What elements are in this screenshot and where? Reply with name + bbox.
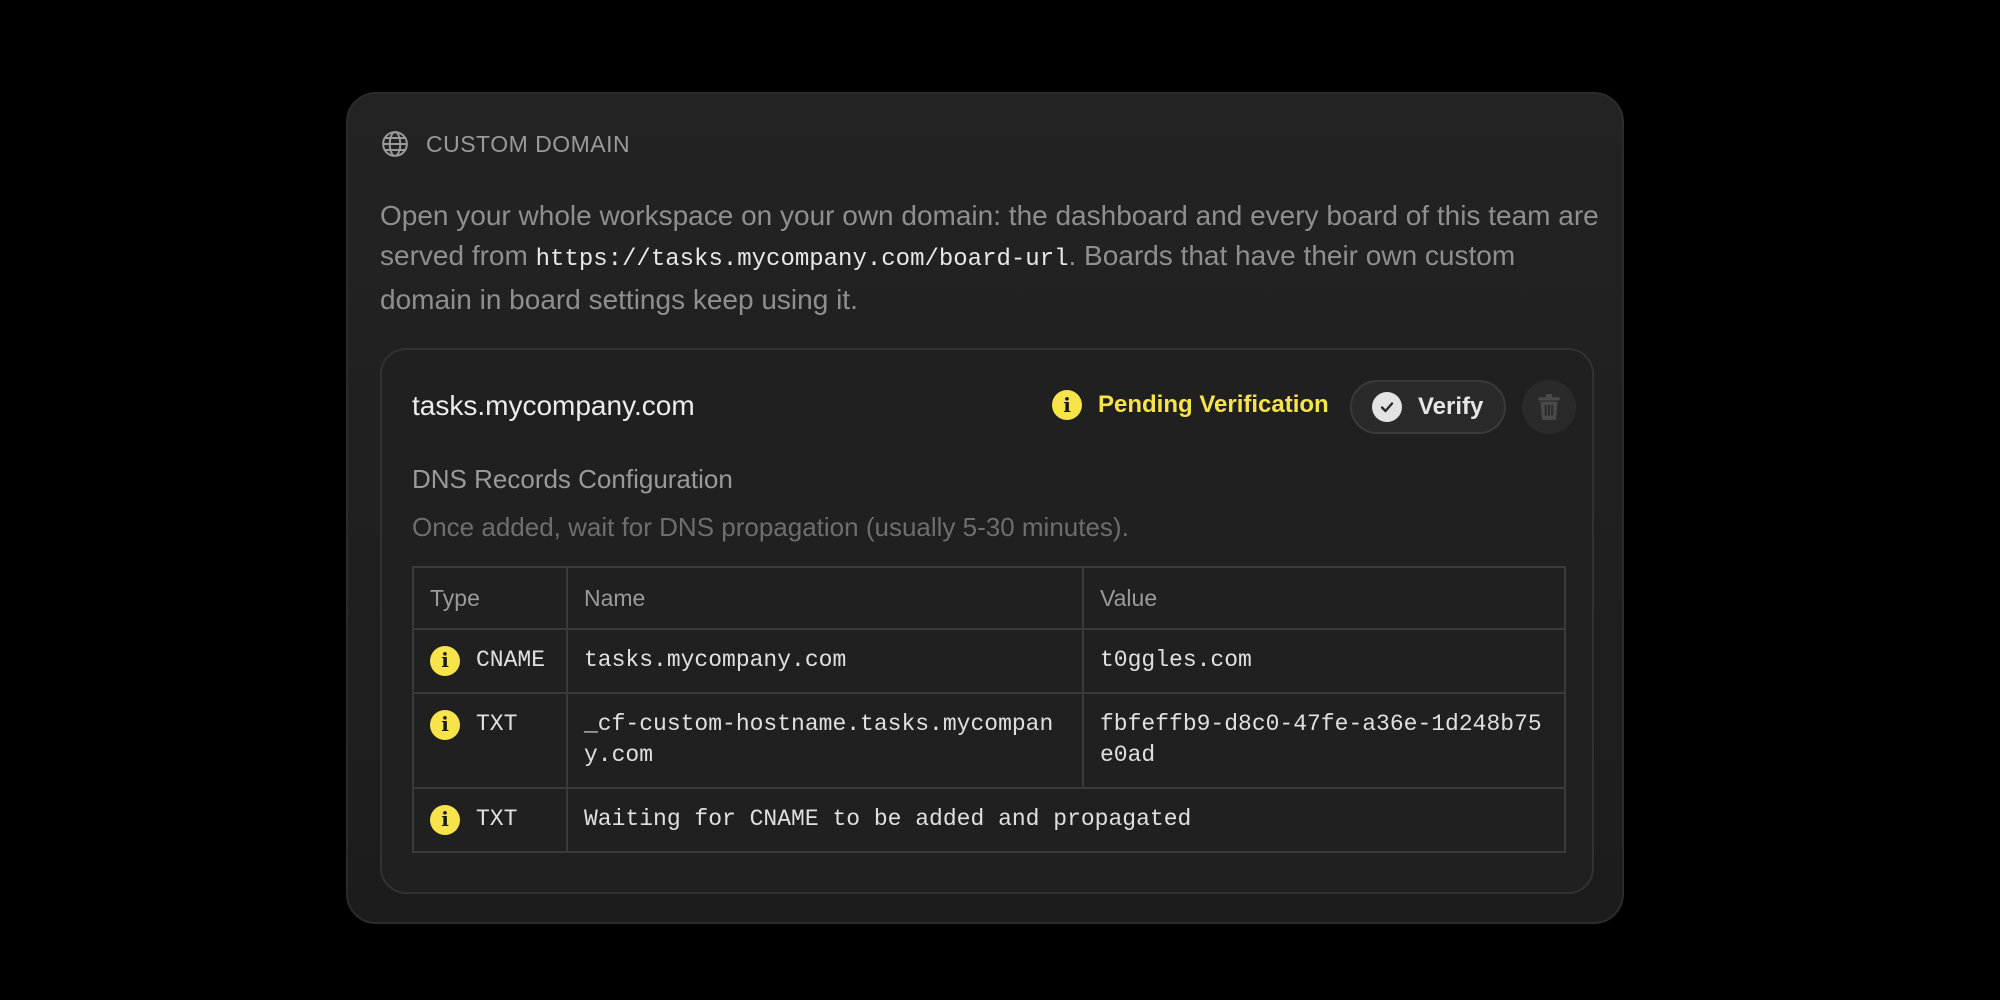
verify-button[interactable]: Verify [1350, 380, 1506, 434]
table-row: i TXT Waiting for CNAME to be added and … [412, 787, 1566, 853]
record-type-cell: i TXT [412, 787, 568, 853]
info-icon: i [430, 804, 460, 835]
info-icon: i [430, 645, 460, 676]
verify-label: Verify [1418, 393, 1484, 420]
delete-domain-button[interactable] [1522, 380, 1576, 434]
domain-panel: tasks.mycompany.com i Pending Verificati… [380, 348, 1594, 894]
dns-title: DNS Records Configuration [412, 464, 733, 494]
custom-domain-card: CUSTOM DOMAIN Open your whole workspace … [346, 92, 1624, 924]
record-type-cell: i TXT [412, 692, 568, 789]
status-text: Pending Verification [1098, 391, 1329, 418]
section-description: Open your whole workspace on your own do… [380, 196, 1600, 320]
trash-icon [1538, 394, 1560, 420]
column-header-type: Type [412, 566, 568, 630]
domain-name: tasks.mycompany.com [412, 390, 695, 421]
record-type-cell: i CNAME [412, 628, 568, 694]
record-name[interactable]: _cf-custom-hostname.tasks.mycompany.com [566, 692, 1084, 789]
dns-subtitle: Once added, wait for DNS propagation (us… [412, 512, 1129, 542]
dns-records-table: Type Name Value i CNAME tasks.mycompany.… [412, 566, 1566, 853]
section-header: CUSTOM DOMAIN [380, 126, 630, 162]
description-url: https://tasks.mycompany.com/board-url [535, 246, 1069, 273]
section-title: CUSTOM DOMAIN [426, 130, 631, 157]
table-row: i CNAME tasks.mycompany.com t0ggles.com [412, 628, 1566, 694]
record-value[interactable]: t0ggles.com [1082, 628, 1566, 694]
record-type: TXT [476, 806, 518, 832]
globe-icon [382, 131, 408, 157]
column-header-name: Name [566, 566, 1084, 630]
column-header-value: Value [1082, 566, 1566, 630]
record-value[interactable]: fbfeffb9-d8c0-47fe-a36e-1d248b75e0ad [1082, 692, 1566, 789]
info-icon: i [1052, 390, 1082, 420]
record-name[interactable]: tasks.mycompany.com [566, 628, 1084, 694]
info-icon: i [430, 709, 460, 740]
record-waiting-message: Waiting for CNAME to be added and propag… [566, 787, 1566, 853]
check-icon [1372, 392, 1402, 422]
table-header-row: Type Name Value [412, 566, 1566, 630]
table-row: i TXT _cf-custom-hostname.tasks.mycompan… [412, 692, 1566, 789]
record-type: TXT [476, 711, 518, 737]
status-badge: i Pending Verification [1052, 390, 1329, 420]
record-type: CNAME [476, 647, 546, 673]
